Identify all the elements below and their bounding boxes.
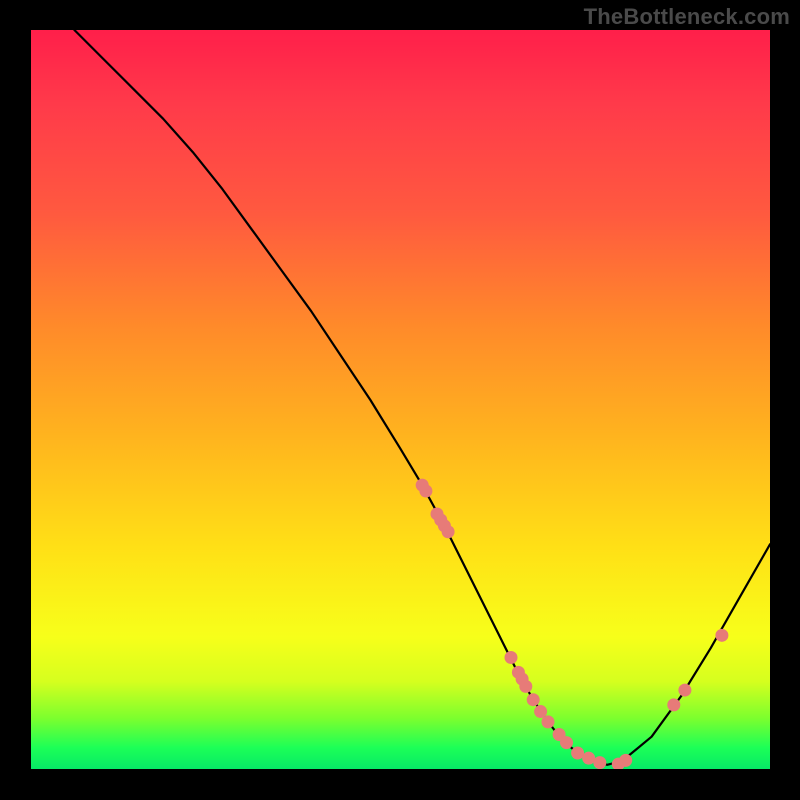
data-point (519, 680, 532, 693)
data-point (667, 698, 680, 711)
bottleneck-curve (74, 30, 770, 765)
chart-frame: TheBottleneck.com (0, 0, 800, 800)
data-point (715, 629, 728, 642)
watermark-text: TheBottleneck.com (584, 4, 790, 30)
data-point (442, 525, 455, 538)
data-point (593, 756, 606, 769)
data-point (678, 684, 691, 697)
x-axis-line (30, 769, 770, 771)
data-point (560, 736, 573, 749)
data-point (542, 715, 555, 728)
data-point (419, 485, 432, 498)
y-axis-line (29, 30, 31, 770)
data-point (571, 746, 584, 759)
plot-area (30, 30, 770, 770)
highlighted-points-group (416, 479, 729, 771)
data-point (619, 754, 632, 767)
data-point (582, 752, 595, 765)
data-point (527, 693, 540, 706)
data-point (505, 651, 518, 664)
chart-svg (30, 30, 770, 770)
